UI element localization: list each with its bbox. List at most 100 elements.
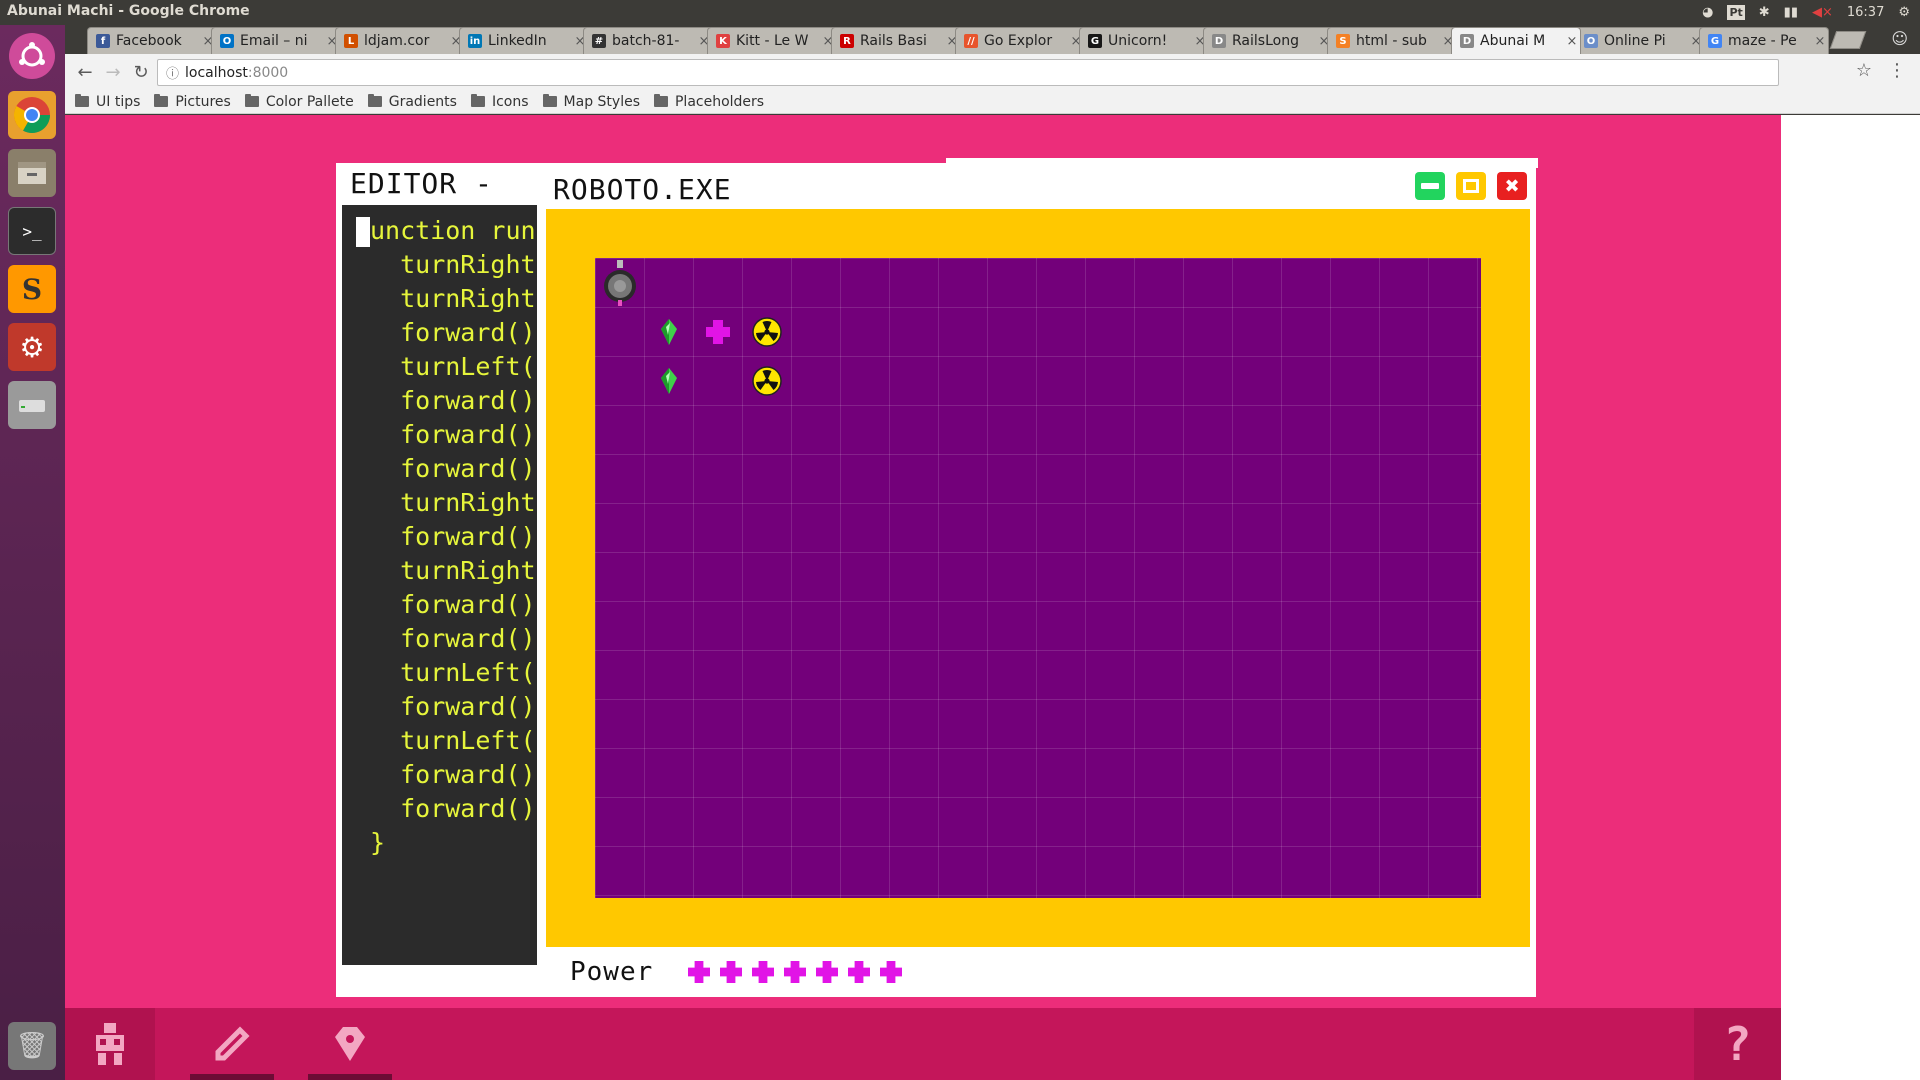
bookmark-label: Icons: [491, 93, 529, 110]
bookmark-folder[interactable]: Map Styles: [542, 94, 640, 110]
browser-tab[interactable]: Gmaze - Pe ×: [1699, 27, 1829, 54]
tab-close-icon[interactable]: ×: [1564, 34, 1580, 49]
help-button[interactable]: ?: [1694, 1008, 1781, 1080]
forward-arrow-icon[interactable]: →: [99, 62, 127, 83]
terminal-icon[interactable]: >_: [8, 207, 56, 255]
radiation-icon: [742, 356, 791, 405]
robot-button[interactable]: [65, 1008, 155, 1080]
radiation-icon: [742, 307, 791, 356]
browser-tab[interactable]: //Go Explor ×: [955, 27, 1085, 54]
editor-button[interactable]: [190, 1008, 274, 1080]
tab-label: batch-81-: [612, 33, 680, 49]
tab-label: ldjam.cor: [364, 33, 430, 49]
browser-tab[interactable]: Shtml - sub ×: [1327, 27, 1457, 54]
power-label: Power: [570, 957, 654, 987]
close-icon: ✖: [1504, 175, 1520, 197]
browser-tab[interactable]: Lldjam.cor ×: [335, 27, 465, 54]
tab-label: Email – ni: [240, 33, 308, 49]
url-port: :8000: [247, 64, 289, 81]
url-host: localhost: [185, 64, 248, 81]
volume-muted-icon[interactable]: ◀×: [1812, 5, 1833, 20]
robot-icon[interactable]: [595, 258, 644, 307]
robot-icon: [96, 1023, 124, 1065]
browser-tab[interactable]: G Unicorn! ×: [1079, 27, 1209, 54]
maximize-button[interactable]: [1456, 172, 1486, 200]
tab-favicon-icon: D: [1460, 34, 1474, 48]
text-cursor: [356, 217, 370, 247]
browser-tab[interactable]: D Abunai M ×: [1451, 27, 1581, 54]
reload-icon[interactable]: ↻: [127, 62, 155, 83]
bookmark-folder[interactable]: Color Pallete: [244, 93, 354, 110]
tab-favicon-icon: L: [344, 34, 358, 48]
gear-icon[interactable]: ⚙: [1898, 5, 1910, 20]
sublime-text-icon[interactable]: S: [8, 265, 56, 313]
tab-label: RailsLong: [1232, 33, 1299, 49]
tab-label: html - sub: [1356, 33, 1427, 49]
bookmark-folder[interactable]: Pictures: [154, 93, 231, 110]
bookmarks-bar: UI tips Pictures Color Pallete Gradients Ico…: [65, 90, 1920, 114]
folder-icon: [470, 94, 485, 107]
bookmark-label: Color Pallete: [265, 93, 354, 110]
wifi-icon[interactable]: ◕: [1702, 5, 1713, 20]
tab-favicon-icon: K: [716, 34, 730, 48]
files-icon[interactable]: [8, 149, 56, 197]
tab-favicon-icon: R: [840, 34, 854, 48]
tab-label: Rails Basi: [860, 33, 927, 49]
tab-favicon-icon: f: [96, 34, 110, 48]
address-bar[interactable]: ⓘ localhost:8000: [157, 59, 1779, 86]
unity-launcher: >_ S ⚙: [0, 25, 65, 1080]
tab-favicon-icon: G: [1088, 34, 1102, 48]
power-unit-icon: [752, 961, 774, 983]
gems-button[interactable]: [308, 1008, 392, 1080]
settings-icon[interactable]: ⚙: [8, 323, 56, 371]
trash-icon[interactable]: 🗑: [8, 1022, 56, 1070]
power-unit-icon: [816, 961, 838, 983]
tab-favicon-icon: in: [468, 34, 482, 48]
minimize-button[interactable]: [1415, 172, 1445, 200]
browser-tab[interactable]: f Facebook ×: [87, 27, 217, 54]
tab-label: LinkedIn: [488, 33, 547, 49]
close-button[interactable]: ✖: [1497, 172, 1527, 200]
bookmark-folder[interactable]: Icons: [470, 93, 529, 110]
browser-tab[interactable]: R Rails Basi ×: [831, 27, 961, 54]
bluetooth-icon[interactable]: ✱: [1759, 5, 1770, 20]
browser-tab[interactable]: in LinkedIn ×: [459, 27, 589, 54]
clock[interactable]: 16:37: [1847, 5, 1884, 20]
profile-icon[interactable]: ☺: [1891, 29, 1908, 48]
bookmark-folder[interactable]: UI tips: [75, 94, 140, 110]
info-icon[interactable]: ⓘ: [166, 63, 179, 82]
chrome-icon[interactable]: [8, 91, 56, 139]
ubuntu-logo-icon[interactable]: [9, 33, 55, 79]
tab-label: Facebook: [116, 33, 182, 49]
tab-favicon-icon: D: [1212, 34, 1226, 48]
browser-tab[interactable]: D RailsLong ×: [1203, 27, 1333, 54]
battery-icon[interactable]: ▮▮: [1784, 5, 1798, 20]
new-tab-button[interactable]: [1829, 31, 1867, 49]
tab-favicon-icon: O: [1584, 34, 1598, 48]
bookmark-folder[interactable]: Placeholders: [653, 93, 765, 110]
chrome-menu-icon[interactable]: ⋮: [1888, 60, 1906, 81]
browser-toolbar: ← → ↻ ⓘ localhost:8000 ☆ ⋮: [65, 54, 1920, 90]
tab-label: Go Explor: [984, 33, 1053, 49]
bookmark-label: Pictures: [175, 93, 231, 110]
code-editor[interactable]: unction run turnRight( turnRight( forwar…: [342, 205, 537, 965]
code-text[interactable]: unction run turnRight( turnRight( forwar…: [370, 214, 537, 860]
browser-tab[interactable]: O Email – ni ×: [211, 27, 341, 54]
browser-tab[interactable]: # batch-81- ×: [583, 27, 713, 54]
keyboard-layout-badge[interactable]: Pt: [1727, 5, 1745, 20]
app-title: ROBOTO.EXE: [553, 173, 732, 206]
tab-label: Online Pi: [1604, 33, 1666, 49]
browser-tab[interactable]: O Online Pi ×: [1575, 27, 1705, 54]
back-arrow-icon[interactable]: ←: [71, 62, 99, 83]
bookmark-label: Placeholders: [674, 93, 765, 110]
bookmark-folder[interactable]: Gradients: [367, 94, 457, 110]
power-unit-icon: [720, 961, 742, 983]
power-unit-icon: [848, 961, 870, 983]
folder-icon: [154, 94, 169, 107]
browser-tab[interactable]: K Kitt - Le W ×: [707, 27, 837, 54]
tab-close-icon[interactable]: ×: [1812, 34, 1828, 49]
maze-grid: [595, 258, 1481, 898]
page-right-margin: [1781, 115, 1920, 1080]
disk-drive-icon[interactable]: [8, 381, 56, 429]
bookmark-star-icon[interactable]: ☆: [1856, 60, 1872, 81]
